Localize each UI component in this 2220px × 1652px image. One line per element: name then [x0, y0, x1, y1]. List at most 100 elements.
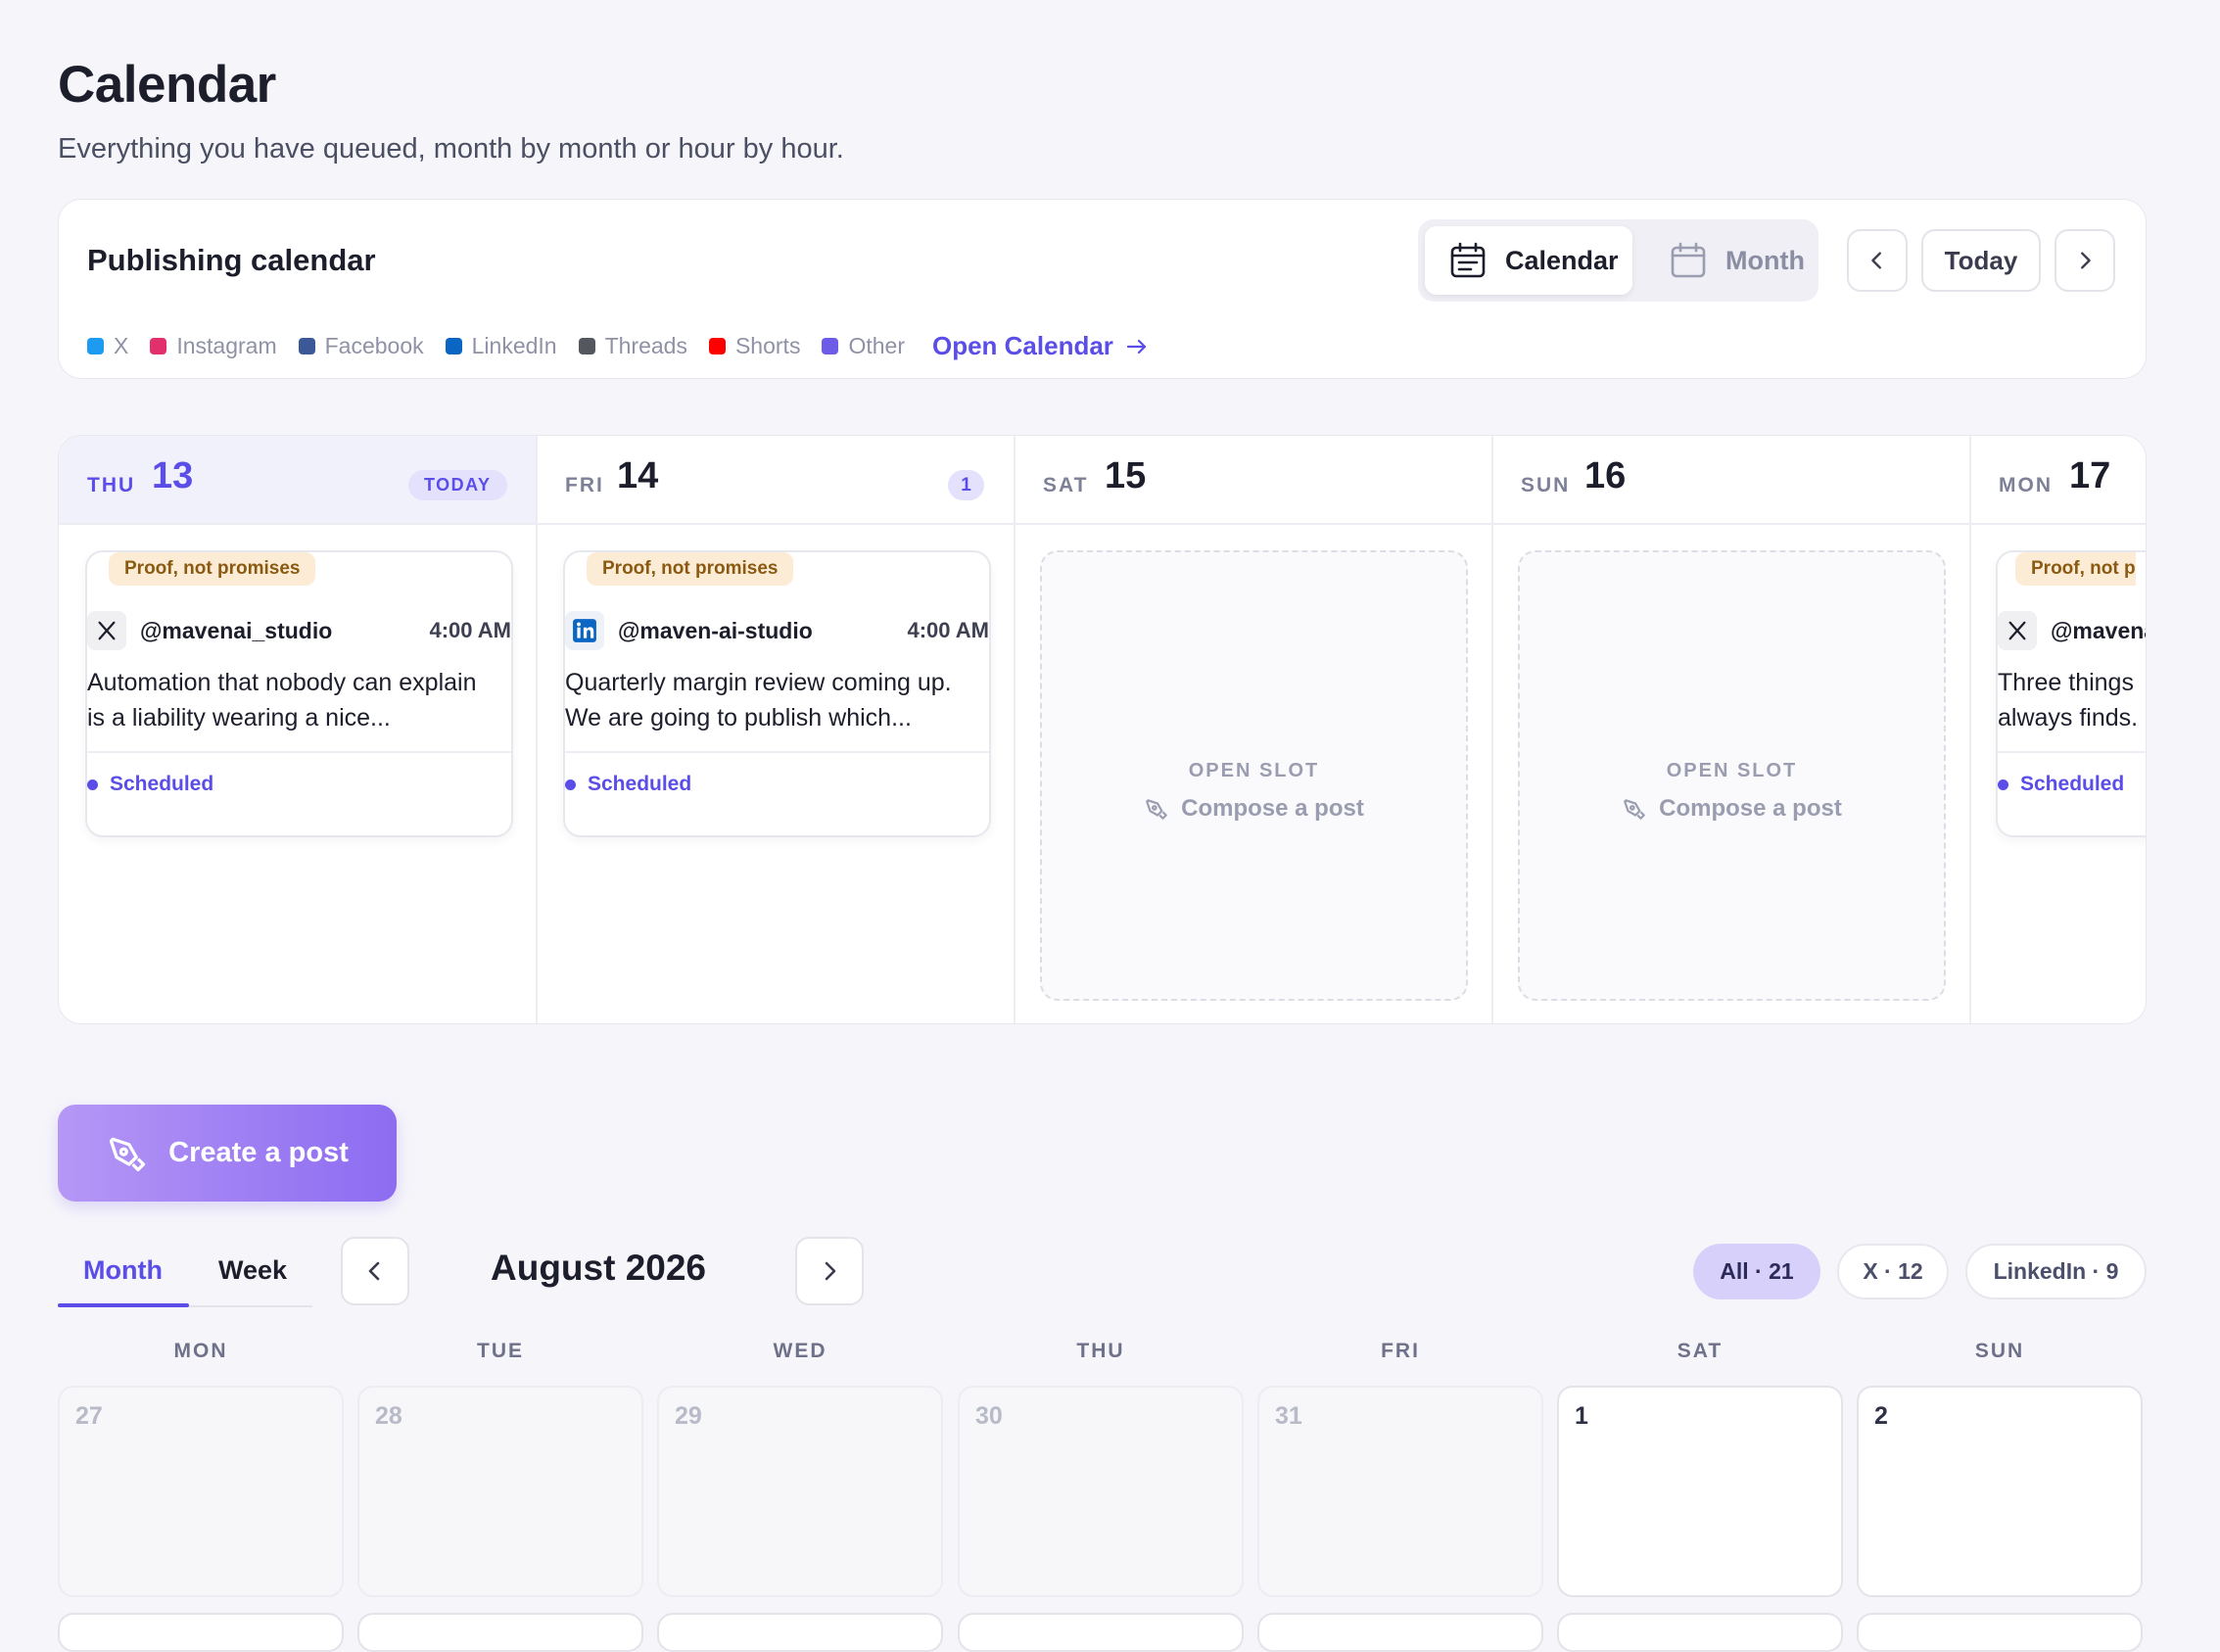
post-count-badge: 1	[948, 470, 984, 500]
month-day-cell[interactable]	[657, 1613, 943, 1652]
weekday-header: SAT	[1677, 1340, 1724, 1362]
pen-tool-icon	[1144, 796, 1169, 822]
legend-label: Instagram	[176, 333, 277, 358]
legend-label: Shorts	[734, 333, 801, 358]
chevron-right-icon	[818, 1259, 841, 1283]
view-month-label: Month	[1725, 245, 1805, 275]
legend-swatch	[87, 338, 104, 354]
month-day-number: 2	[1874, 1402, 1888, 1430]
status-dot	[1998, 779, 2008, 790]
today-button[interactable]: Today	[1921, 229, 2041, 292]
weekday-header: WED	[773, 1340, 827, 1362]
month-day-cell[interactable]: 28	[357, 1386, 643, 1597]
day-number: 16	[1584, 455, 1627, 496]
status-label: Scheduled	[2020, 773, 2125, 795]
day-number: 13	[152, 455, 194, 496]
tab-month[interactable]: Month	[83, 1255, 163, 1286]
legend-threads: Threads	[578, 333, 687, 359]
month-day-cell[interactable]: 31	[1257, 1386, 1543, 1597]
arrow-right-icon	[1125, 335, 1149, 358]
open-slot[interactable]: OPEN SLOT Compose a post	[1040, 550, 1468, 1001]
open-slot-label: OPEN SLOT	[1666, 760, 1798, 781]
month-day-cell[interactable]: 27	[58, 1386, 344, 1597]
legend-swatch	[445, 338, 462, 354]
account-handle: @maven-ai-studio	[618, 617, 813, 643]
compose-post-link[interactable]: Compose a post	[1042, 795, 1466, 823]
next-month-button[interactable]	[795, 1237, 864, 1305]
chevron-right-icon	[2074, 250, 2096, 271]
open-slot[interactable]: OPEN SLOT Compose a post	[1518, 550, 1946, 1001]
filter-all[interactable]: All · 21	[1693, 1244, 1820, 1299]
tab-week[interactable]: Week	[218, 1255, 287, 1286]
legend-x: X	[87, 333, 128, 359]
month-day-cell[interactable]	[1557, 1613, 1843, 1652]
prev-month-button[interactable]	[341, 1237, 409, 1305]
account-handle: @mavenai_studio	[140, 617, 333, 643]
view-month-button[interactable]: Month	[1645, 226, 1812, 295]
week-strip: THU 13 TODAY Proof, not promises @mavena…	[58, 435, 2147, 1024]
status-label: Scheduled	[588, 773, 692, 795]
compose-post-label: Compose a post	[1181, 795, 1364, 822]
month-day-cell[interactable]	[1257, 1613, 1543, 1652]
platform-legend: X Instagram Facebook LinkedIn Threads Sh…	[87, 331, 1149, 361]
prev-week-button[interactable]	[1847, 229, 1908, 292]
open-calendar-link[interactable]: Open Calendar	[932, 331, 1149, 361]
month-day-cell[interactable]: 29	[657, 1386, 943, 1597]
post-status: Scheduled	[565, 773, 691, 796]
post-card[interactable]: Proof, not p @mavena Three things always…	[1996, 550, 2147, 837]
legend-swatch	[708, 338, 726, 354]
today-badge: TODAY	[408, 470, 507, 500]
x-icon	[1998, 611, 2037, 650]
month-day-number: 1	[1575, 1402, 1588, 1430]
month-day-cell[interactable]: 30	[958, 1386, 1244, 1597]
day-name: FRI	[565, 474, 604, 496]
next-week-button[interactable]	[2055, 229, 2115, 292]
post-status: Scheduled	[1998, 773, 2124, 796]
page-title: Calendar	[58, 56, 276, 114]
campaign-tag: Proof, not promises	[109, 552, 316, 586]
account-row: @mavenai_studio 4:00 AM	[87, 611, 511, 650]
day-column-mon: MON 17 Proof, not p @mavena Three things…	[1971, 436, 2147, 1023]
post-time: 4:00 AM	[907, 618, 989, 642]
day-header: SAT 15	[1016, 436, 1491, 525]
day-header: MON 17	[1971, 436, 2146, 525]
post-preview: Three things always finds.	[1998, 669, 2139, 732]
post-card[interactable]: Proof, not promises @mavenai_studio 4:00…	[85, 550, 513, 837]
day-name: THU	[87, 474, 136, 496]
month-day-cell[interactable]	[958, 1613, 1244, 1652]
create-post-button[interactable]: Create a post	[58, 1105, 397, 1202]
account-row: @maven-ai-studio 4:00 AM	[565, 611, 989, 650]
month-day-cell[interactable]: 2	[1857, 1386, 2143, 1597]
month-day-cell[interactable]	[357, 1613, 643, 1652]
card-divider	[1998, 751, 2146, 753]
view-calendar-button[interactable]: Calendar	[1425, 226, 1632, 295]
open-calendar-label: Open Calendar	[931, 331, 1113, 360]
active-tab-indicator	[58, 1303, 189, 1307]
account-handle: @mavena	[2051, 617, 2147, 643]
weekday-header: THU	[1076, 1340, 1125, 1362]
day-header: FRI 14 1	[538, 436, 1014, 525]
status-dot	[565, 779, 576, 790]
compose-post-link[interactable]: Compose a post	[1520, 795, 1944, 823]
post-preview: Quarterly margin review coming up. We ar…	[565, 669, 952, 732]
legend-swatch	[150, 338, 167, 354]
month-day-cell[interactable]: 1	[1557, 1386, 1843, 1597]
chevron-left-icon	[1866, 250, 1888, 271]
legend-swatch	[822, 338, 839, 354]
month-day-cell[interactable]	[58, 1613, 344, 1652]
month-day-number: 28	[375, 1402, 402, 1430]
day-header: SUN 16	[1493, 436, 1969, 525]
legend-swatch	[298, 338, 315, 354]
filter-x[interactable]: X · 12	[1837, 1244, 1949, 1299]
month-day-cell[interactable]	[1857, 1613, 2143, 1652]
legend-shorts: Shorts	[708, 333, 801, 359]
day-column-sun: SUN 16 OPEN SLOT Compose a post	[1493, 436, 1971, 1023]
view-calendar-label: Calendar	[1505, 245, 1619, 275]
day-name: SUN	[1521, 474, 1571, 496]
publishing-calendar-title: Publishing calendar	[87, 243, 376, 277]
day-number: 17	[2069, 455, 2111, 496]
post-card[interactable]: Proof, not promises @maven-ai-studio 4:0…	[563, 550, 991, 837]
weekday-header: FRI	[1381, 1340, 1420, 1362]
filter-linkedin[interactable]: LinkedIn · 9	[1965, 1244, 2147, 1299]
calendar-month-icon	[1669, 241, 1708, 280]
